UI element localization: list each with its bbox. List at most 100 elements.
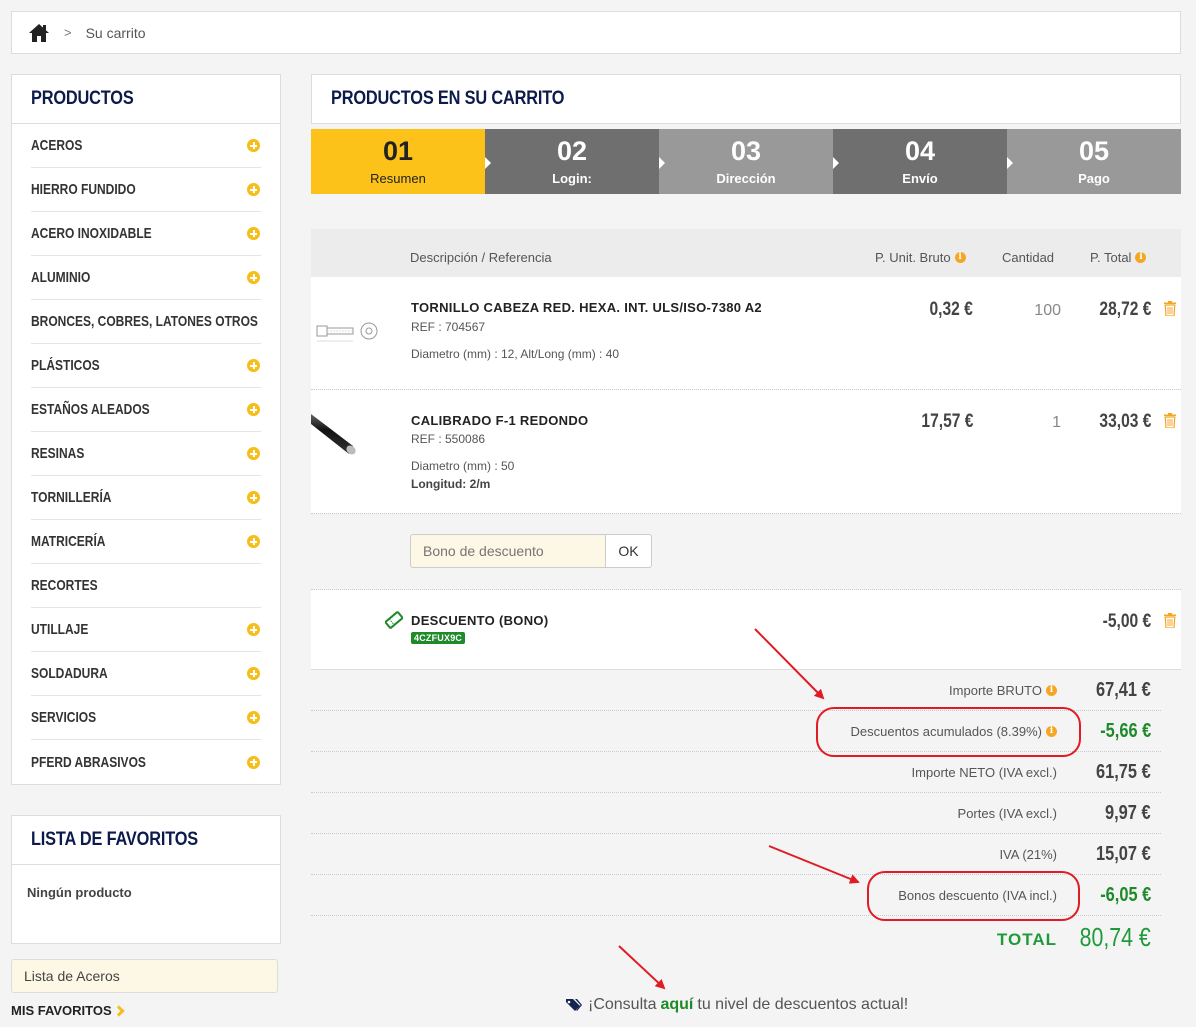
plus-icon[interactable] [247, 447, 260, 460]
header-description: Descripción / Referencia [410, 250, 552, 265]
tags-icon [566, 999, 582, 1011]
discount-label: DESCUENTO (BONO) [411, 613, 549, 628]
breadcrumb: > Su carrito [11, 11, 1181, 54]
quantity-value[interactable]: 100 [1001, 302, 1061, 320]
step-number: 04 [904, 135, 936, 166]
cart-item-row: CALIBRADO F-1 REDONDO REF : 550086 Diame… [311, 390, 1181, 513]
info-icon[interactable]: i [954, 252, 966, 263]
step-number: 02 [556, 135, 588, 166]
sidebar-category-item[interactable]: TORNILLERÍA [31, 476, 261, 520]
plus-icon[interactable] [247, 183, 260, 196]
category-label: RECORTES [31, 577, 98, 594]
plus-icon[interactable] [247, 667, 260, 680]
row-divider [311, 513, 1181, 514]
grand-total-label: TOTAL [996, 930, 1057, 949]
unit-price: 17,57 € [921, 411, 973, 432]
category-label: ACEROS [31, 137, 83, 154]
sidebar-category-item[interactable]: HIERRO FUNDIDO [31, 168, 261, 212]
breadcrumb-current: Su carrito [85, 24, 146, 41]
category-label: ACERO INOXIDABLE [31, 225, 152, 242]
unit-price: 0,32 € [929, 299, 973, 320]
coupon-ok-button[interactable]: OK [606, 534, 652, 568]
sidebar-category-item[interactable]: ACEROS [31, 124, 261, 168]
favorites-list-select[interactable]: Lista de Aceros [11, 959, 278, 993]
step-arrow-icon [485, 157, 491, 169]
annotation-ring [816, 707, 1081, 757]
plus-icon[interactable] [247, 359, 260, 372]
products-title-bar: PRODUCTOS [12, 75, 280, 124]
totals-label-text: Importe BRUTO [949, 683, 1042, 698]
category-label: SOLDADURA [31, 665, 108, 682]
header-total: P. Total i [1090, 250, 1147, 265]
category-label: UTILLAJE [31, 621, 89, 638]
favorites-box: LISTA DE FAVORITOS Ningún producto [11, 815, 281, 944]
totals-row-gross: Importe BRUTO i 67,41 € [311, 670, 1161, 711]
sidebar-category-item[interactable]: SOLDADURA [31, 652, 261, 696]
plus-icon[interactable] [247, 227, 260, 240]
sidebar-category-item[interactable]: UTILLAJE [31, 608, 261, 652]
totals-value: 15,07 € [1096, 843, 1151, 865]
discount-level-notice: ¡Consulta aquí tu nivel de descuentos ac… [565, 996, 908, 1014]
sidebar-category-item[interactable]: ESTAÑOS ALEADOS [31, 388, 261, 432]
step-summary[interactable]: 01 Resumen [311, 129, 491, 194]
step-address[interactable]: 03 Dirección [659, 129, 839, 194]
sidebar-category-item[interactable]: ACERO INOXIDABLE [31, 212, 261, 256]
product-name[interactable]: TORNILLO CABEZA RED. HEXA. INT. ULS/ISO-… [411, 300, 762, 315]
totals-label: IVA (21%) [999, 847, 1057, 862]
product-attributes: Diametro (mm) : 50 [411, 459, 515, 473]
chevron-right-icon [112, 1004, 125, 1017]
plus-icon[interactable] [247, 139, 260, 152]
sidebar-category-item[interactable]: RESINAS [31, 432, 261, 476]
category-label: ALUMINIO [31, 269, 91, 286]
header-quantity: Cantidad [1002, 250, 1054, 265]
coupon-input[interactable] [410, 534, 606, 568]
cart-item-row: TORNILLO CABEZA RED. HEXA. INT. ULS/ISO-… [311, 277, 1181, 389]
sidebar-category-item[interactable]: PLÁSTICOS [31, 344, 261, 388]
plus-icon[interactable] [247, 755, 260, 769]
plus-icon[interactable] [247, 535, 260, 548]
plus-icon[interactable] [247, 491, 260, 504]
sidebar-category-item[interactable]: ALUMINIO [31, 256, 261, 300]
products-sidebar: PRODUCTOS ACEROS HIERRO FUNDIDO ACERO INOX… [11, 74, 328, 785]
sidebar-category-item[interactable]: PFERD ABRASIVOS [31, 740, 261, 784]
info-icon[interactable]: i [1046, 685, 1057, 696]
sidebar-category-item[interactable]: RECORTES [31, 564, 261, 608]
line-total: 33,03 € [1099, 411, 1151, 432]
trash-icon[interactable] [1164, 301, 1176, 316]
totals-label: Importe NETO (IVA excl.) [911, 765, 1057, 780]
trash-icon[interactable] [1164, 413, 1176, 428]
category-label: PFERD ABRASIVOS [31, 753, 146, 771]
favorites-title: LISTA DE FAVORITOS [31, 829, 198, 850]
product-name[interactable]: CALIBRADO F-1 REDONDO [411, 413, 588, 428]
step-arrow-icon [1007, 157, 1013, 169]
home-icon[interactable] [28, 23, 50, 43]
totals-row-net: Importe NETO (IVA excl.) 61,75 € [311, 752, 1161, 793]
plus-icon[interactable] [247, 711, 260, 724]
notice-text-post: tu nivel de descuentos actual! [697, 996, 909, 1013]
product-image-screw [316, 322, 378, 342]
step-payment[interactable]: 05 Pago [1007, 129, 1181, 194]
trash-icon[interactable] [1164, 613, 1176, 628]
category-label: SERVICIOS [31, 709, 97, 726]
step-arrow-icon [833, 157, 839, 169]
notice-text-pre: ¡Consulta [588, 996, 657, 1013]
sidebar-category-item[interactable]: SERVICIOS [31, 696, 261, 740]
info-icon[interactable]: i [1135, 252, 1147, 263]
totals-row-vat: IVA (21%) 15,07 € [311, 834, 1161, 875]
products-title: PRODUCTOS [31, 88, 134, 109]
sidebar-category-item[interactable]: BRONCES, COBRES, LATONES OTROS [31, 300, 328, 344]
discount-code-badge: 4CZFUX9C [411, 632, 466, 644]
my-favorites-link[interactable]: MIS FAVORITOS [11, 1003, 125, 1018]
header-total-label: P. Total [1090, 250, 1132, 265]
category-label: HIERRO FUNDIDO [31, 181, 136, 198]
step-shipping[interactable]: 04 Envío [833, 129, 1013, 194]
plus-icon[interactable] [247, 271, 260, 284]
sidebar-category-item[interactable]: MATRICERÍA [31, 520, 261, 564]
plus-icon[interactable] [247, 403, 260, 416]
quantity-value[interactable]: 1 [1001, 414, 1061, 432]
step-login[interactable]: 02 Login: [485, 129, 665, 194]
discount-level-link[interactable]: aquí [660, 996, 693, 1014]
cart-title: PRODUCTOS EN SU CARRITO [331, 88, 565, 109]
plus-icon[interactable] [247, 623, 260, 636]
step-label: Resumen [370, 170, 426, 186]
